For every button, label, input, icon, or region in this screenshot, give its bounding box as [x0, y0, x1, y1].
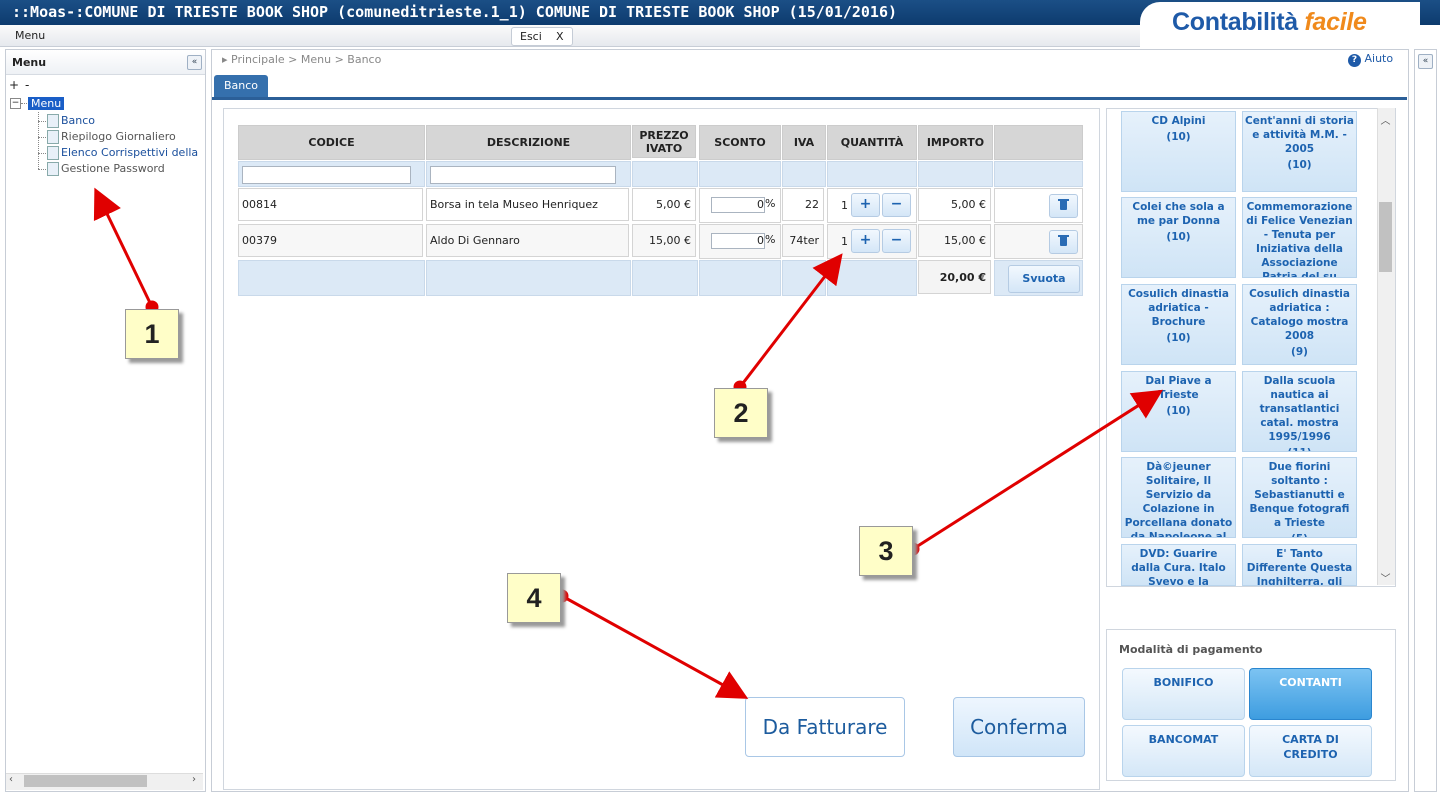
callout-3: 3: [859, 526, 913, 576]
arrow-2: [738, 253, 843, 388]
arrow-3: [912, 389, 1164, 551]
callout-2: 2: [714, 388, 768, 438]
callout-1: 1: [125, 309, 179, 359]
arrow-4: [561, 594, 749, 699]
arrow-1: [93, 187, 154, 308]
callout-4: 4: [507, 573, 561, 623]
